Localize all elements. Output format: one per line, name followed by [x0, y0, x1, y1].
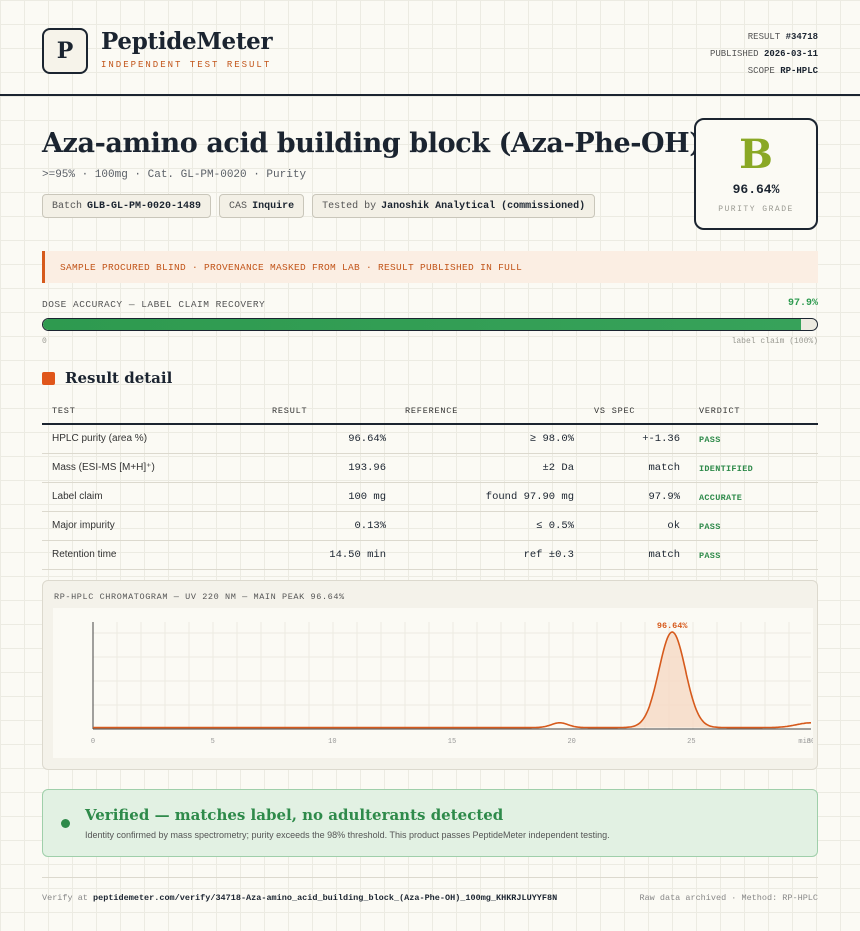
tested-by-chip: Tested by Janoshik Analytical (commission…: [312, 194, 596, 218]
test-result: 14.50 min: [329, 549, 386, 561]
test-vs-spec: match: [648, 549, 680, 561]
brand-logo[interactable]: P: [42, 28, 88, 74]
result-detail-heading: Result detail: [42, 369, 172, 387]
table-row: Mass (ESI-MS [M+H]⁺) 193.96 ±2 Da match IDEN…: [42, 454, 818, 483]
test-reference: ≥ 98.0%: [529, 433, 574, 445]
page-header: P PeptideMeter INDEPENDENT TEST RESULT R…: [0, 0, 860, 96]
test-result: 96.64%: [348, 433, 386, 445]
test-name: Label claim: [52, 491, 103, 502]
test-name: Mass (ESI-MS [M+H]⁺): [52, 462, 155, 473]
header-test: TEST: [52, 406, 76, 416]
verify-line: Verify at peptidemeter.com/verify/34718-…: [42, 893, 558, 903]
table-body: HPLC purity (area %) 96.64% ≥ 98.0% +-1.36 P…: [42, 425, 818, 570]
header-verdict: VERDICT: [699, 406, 741, 416]
blind-sample-notice: SAMPLE PROCURED BLIND · PROVENANCE MASKE…: [42, 251, 818, 283]
tested-by-value: Janoshik Analytical (commissioned): [381, 200, 586, 212]
test-result: 100 mg: [348, 491, 386, 503]
test-name: Major impurity: [52, 520, 115, 531]
test-result: 193.96: [348, 462, 386, 474]
verified-title: Verified — matches label, no adulterants…: [85, 806, 504, 824]
x-axis-unit: min: [798, 738, 811, 746]
table-header: TEST RESULT REFERENCE VS SPEC VERDICT: [42, 397, 818, 425]
brand-subtitle: INDEPENDENT TEST RESULT: [101, 60, 272, 70]
x-tick-label: 25: [687, 738, 695, 746]
x-tick-label: 0: [91, 738, 95, 746]
dose-progress-fill: [43, 319, 801, 330]
batch-chip: Batch GLB-GL-PM-0020-1489: [42, 194, 212, 218]
verified-banner: Verified — matches label, no adulterants…: [42, 789, 818, 857]
test-vs-spec: +-1.36: [642, 433, 680, 445]
test-verdict: PASS: [699, 435, 721, 445]
result-meta: RESULT #34718 PUBLISHED 2026-03-11 SCOPE…: [710, 29, 818, 80]
scope-line: SCOPE RP-HPLC: [747, 66, 818, 76]
test-verdict: ACCURATE: [699, 493, 743, 503]
brand-name[interactable]: PeptideMeter: [101, 28, 273, 55]
header-vs-spec: VS SPEC: [594, 406, 636, 416]
test-result: 0.13%: [354, 520, 386, 532]
table-row: HPLC purity (area %) 96.64% ≥ 98.0% +-1.36 P…: [42, 425, 818, 454]
table-row: Major impurity 0.13% ≤ 0.5% ok PASS: [42, 512, 818, 541]
x-tick-label: 10: [328, 738, 336, 746]
footer-method: Raw data archived · Method: RP-HPLC: [639, 893, 818, 903]
verify-link[interactable]: peptidemeter.com/verify/34718-Aza-amino_…: [93, 893, 557, 903]
chromatogram-card: RP-HPLC CHROMATOGRAM — UV 220 NM — MAIN …: [42, 580, 818, 770]
test-name: Retention time: [52, 549, 117, 560]
grade-label: PURITY GRADE: [718, 205, 794, 214]
test-vs-spec: 97.9%: [648, 491, 680, 503]
x-tick-label: 15: [448, 738, 456, 746]
result-id: #34718: [785, 32, 818, 42]
test-reference: ref ±0.3: [523, 549, 574, 561]
test-name: HPLC purity (area %): [52, 433, 148, 444]
footer-divider: [42, 877, 818, 878]
batch-value: GLB-GL-PM-0020-1489: [87, 200, 202, 212]
product-title: Aza-amino acid building block (Aza-Phe-O…: [42, 128, 702, 159]
purity-grade-card: B 96.64% PURITY GRADE: [694, 118, 818, 230]
dose-min-label: 0: [42, 337, 47, 346]
dose-accuracy-value: 97.9%: [787, 298, 818, 309]
result-table: TEST RESULT REFERENCE VS SPEC VERDICT HP…: [42, 397, 818, 570]
grade-letter: B: [739, 131, 773, 178]
chromatogram-chart: 96.64%051015202530min: [53, 608, 813, 758]
verified-text: Identity confirmed by mass spectrometry;…: [85, 830, 610, 840]
logo-letter: P: [56, 38, 74, 64]
test-verdict: PASS: [699, 551, 721, 561]
chromatogram-title: RP-HPLC CHROMATOGRAM — UV 220 NM — MAIN …: [54, 592, 345, 602]
test-reference: found 97.90 mg: [485, 491, 574, 503]
table-row: Label claim 100 mg found 97.90 mg 97.9% ACCU…: [42, 483, 818, 512]
test-verdict: IDENTIFIED: [699, 464, 754, 474]
header-result: RESULT: [272, 406, 308, 416]
dose-progress-bar: [42, 318, 818, 331]
test-verdict: PASS: [699, 522, 721, 532]
product-subtitle: >=95% · 100mg · Cat. GL-PM-0020 · Purity: [42, 169, 307, 181]
section-marker-icon: [42, 371, 55, 385]
x-tick-label: 5: [211, 738, 215, 746]
test-reference: ±2 Da: [542, 462, 574, 474]
dose-accuracy-label: DOSE ACCURACY — LABEL CLAIM RECOVERY: [42, 299, 266, 310]
peak-label: 96.64%: [657, 621, 689, 631]
cas-value: Inquire: [252, 200, 295, 212]
published-date: 2026-03-11: [763, 49, 818, 59]
chart-plot-background: [53, 608, 813, 758]
dose-max-label: label claim (100%): [731, 337, 818, 346]
test-reference: ≤ 0.5%: [536, 520, 574, 532]
result-id-line: RESULT #34718: [747, 32, 818, 42]
product-chips: Batch GLB-GL-PM-0020-1489 CAS Inquire Test…: [42, 194, 596, 218]
grade-percent: 96.64%: [732, 182, 780, 197]
table-row: Retention time 14.50 min ref ±0.3 match PASS: [42, 541, 818, 570]
verified-dot-icon: [61, 819, 70, 828]
header-reference: REFERENCE: [405, 406, 459, 416]
x-tick-label: 20: [567, 738, 575, 746]
published-line: PUBLISHED 2026-03-11: [709, 49, 818, 59]
test-vs-spec: ok: [667, 520, 680, 532]
cas-chip: CAS Inquire: [219, 194, 305, 218]
scope-value: RP-HPLC: [780, 66, 818, 76]
test-vs-spec: match: [648, 462, 680, 474]
